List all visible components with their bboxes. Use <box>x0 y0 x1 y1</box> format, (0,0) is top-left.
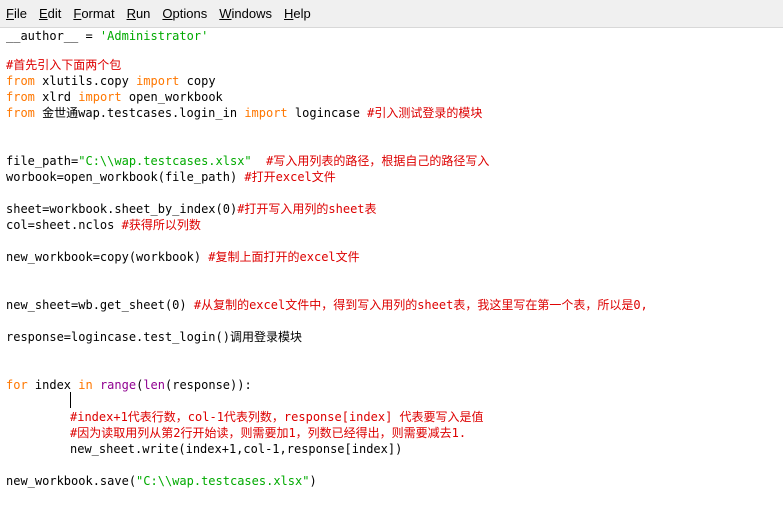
code-line-response: response=logincase.test_login()调用登录模块 <box>6 330 302 344</box>
code-line-comment-index: #index+1代表行数，col-1代表列数，response[index] 代… <box>70 410 484 424</box>
code-line-comment-read: #因为读取用列从第2行开始读，则需要加1，列数已经得出，则需要减去1. <box>70 426 467 440</box>
code-line-write: new_sheet.write(index+1,col-1,response[i… <box>70 442 403 456</box>
code-line-sheet: sheet=workbook.sheet_by_index(0)#打开写入用列的… <box>6 202 377 216</box>
code-line-copy-workbook: new_workbook=copy(workbook) #复制上面打开的exce… <box>6 250 360 264</box>
menu-windows[interactable]: Windows <box>213 0 278 27</box>
code-line-save: new_workbook.save("C:\\wap.testcases.xls… <box>6 474 317 488</box>
code-line-import-copy: from xlutils.copy import copy <box>6 74 216 88</box>
code-line-comment-import: #首先引入下面两个包 <box>6 58 122 72</box>
code-line-for-loop: for index in range(len(response)): <box>6 378 252 392</box>
menu-options[interactable]: Options <box>156 0 213 27</box>
menu-help[interactable]: Help <box>278 0 317 27</box>
menu-format[interactable]: Format <box>67 0 120 27</box>
code-line-open-workbook: worbook=open_workbook(file_path) #打开exce… <box>6 170 336 184</box>
code-editor[interactable]: __author__ = 'Administrator' #首先引入下面两个包 … <box>0 28 783 516</box>
code-line-file-path: file_path="C:\\wap.testcases.xlsx" #写入用列… <box>6 154 490 168</box>
menu-run[interactable]: Run <box>121 0 157 27</box>
menu-bar: File Edit Format Run Options Windows Hel… <box>0 0 783 28</box>
code-line-new-sheet: new_sheet=wb.get_sheet(0) #从复制的excel文件中，… <box>6 298 648 312</box>
menu-file[interactable]: File <box>0 0 33 27</box>
code-line-import-xlrd: from xlrd import open_workbook <box>6 90 223 104</box>
menu-edit[interactable]: Edit <box>33 0 67 27</box>
code-line-author: __author__ = 'Administrator' <box>6 29 209 43</box>
text-cursor <box>70 392 71 408</box>
code-line-col: col=sheet.nclos #获得所以列数 <box>6 218 201 232</box>
code-line-import-logincase: from 金世通wap.testcases.login_in import lo… <box>6 106 483 120</box>
